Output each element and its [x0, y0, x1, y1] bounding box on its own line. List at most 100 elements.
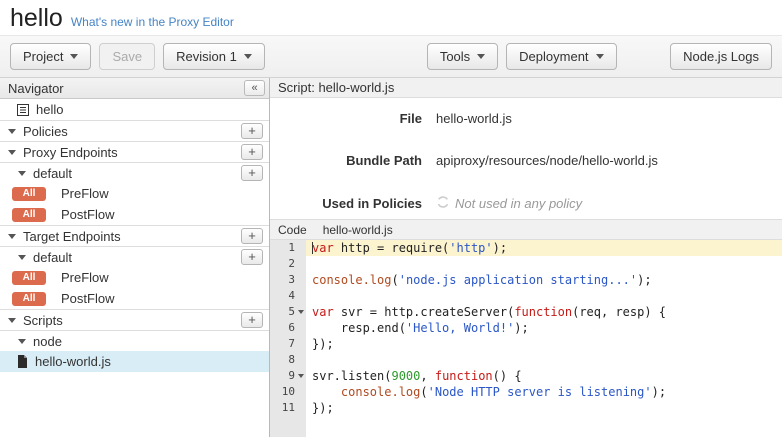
line-number: 4: [270, 288, 306, 304]
line-number: 5: [270, 304, 306, 320]
revision-menu-button[interactable]: Revision 1: [163, 43, 265, 70]
add-button[interactable]: +: [241, 165, 263, 181]
nav-row-proxy-endpoints[interactable]: Proxy Endpoints +: [0, 141, 269, 162]
line-number-text: 3: [288, 273, 295, 286]
code-panel-label: Code: [278, 223, 307, 237]
code-token: [312, 385, 341, 399]
code-token: 'node.js application starting...': [399, 273, 637, 287]
code-token: console.log: [312, 273, 391, 287]
code-file-tab[interactable]: hello-world.js: [323, 223, 393, 237]
line-number-text: 5: [288, 305, 295, 318]
script-detail-fields: Filehello-world.jsBundle Pathapiproxy/re…: [270, 98, 782, 219]
code-token: function: [514, 305, 572, 319]
nav-row-postflow[interactable]: AllPostFlow: [0, 288, 269, 309]
nav-row-postflow[interactable]: AllPostFlow: [0, 204, 269, 225]
nav-row-target-endpoints[interactable]: Target Endpoints +: [0, 225, 269, 246]
nav-row-preflow[interactable]: AllPreFlow: [0, 183, 269, 204]
field-value-text: hello-world.js: [436, 111, 512, 126]
project-menu-button[interactable]: Project: [10, 43, 91, 70]
toolbar: Project Save Revision 1 Tools Deployment…: [0, 36, 782, 78]
caret-down-icon: [8, 234, 16, 239]
script-detail-panel: Script: hello-world.js Filehello-world.j…: [270, 78, 782, 437]
code-line-9[interactable]: svr.listen(9000, function() {: [306, 368, 782, 384]
navigator-tree: helloPolicies+Proxy Endpoints+default+Al…: [0, 99, 269, 437]
field-label: File: [270, 111, 422, 126]
line-number: 6: [270, 320, 306, 336]
line-number: 2: [270, 256, 306, 272]
add-button[interactable]: +: [241, 228, 263, 244]
field-value: hello-world.js: [436, 111, 512, 126]
line-number: 11: [270, 400, 306, 416]
add-button[interactable]: +: [241, 249, 263, 265]
code-line-2[interactable]: [306, 256, 782, 272]
line-number-text: 7: [288, 337, 295, 350]
nodejs-logs-button[interactable]: Node.js Logs: [670, 43, 772, 70]
nav-row-node[interactable]: node: [0, 330, 269, 351]
caret-down-icon: [244, 54, 252, 59]
nav-row-scripts[interactable]: Scripts+: [0, 309, 269, 330]
code-line-6[interactable]: resp.end('Hello, World!');: [306, 320, 782, 336]
add-button[interactable]: +: [241, 123, 263, 139]
flow-scope-badge: All: [12, 271, 46, 285]
deployment-menu-button[interactable]: Deployment: [506, 43, 616, 70]
code-line-11[interactable]: });: [306, 400, 782, 416]
proxy-editor-window: hello What's new in the Proxy Editor Pro…: [0, 0, 782, 437]
code-token: );: [637, 273, 651, 287]
nav-row-preflow[interactable]: AllPreFlow: [0, 267, 269, 288]
code-line-8[interactable]: [306, 352, 782, 368]
code-token: var: [312, 241, 334, 255]
nav-row-default[interactable]: default+: [0, 162, 269, 183]
code-token: });: [312, 337, 334, 351]
page-header: hello What's new in the Proxy Editor: [0, 0, 782, 36]
nav-row-hello[interactable]: hello: [0, 99, 269, 120]
caret-down-icon: [18, 171, 26, 176]
file-icon: [17, 355, 28, 368]
field-value-text: apiproxy/resources/node/hello-world.js: [436, 153, 658, 168]
nav-row-default[interactable]: default+: [0, 246, 269, 267]
code-token: () {: [493, 369, 522, 383]
code-fold-icon[interactable]: [298, 374, 304, 378]
code-line-1[interactable]: var http = require('http');: [306, 240, 782, 256]
code-token: svr = http.createServer(: [334, 305, 515, 319]
code-token: resp.end(: [312, 321, 406, 335]
line-number-text: 10: [282, 385, 295, 398]
add-button[interactable]: +: [241, 312, 263, 328]
deployment-menu-label: Deployment: [519, 49, 588, 64]
code-editor[interactable]: 1234567891011 var http = require('http')…: [270, 240, 782, 437]
field-value-text: Not used in any policy: [455, 196, 582, 211]
tools-menu-button[interactable]: Tools: [427, 43, 498, 70]
code-line-4[interactable]: [306, 288, 782, 304]
code-token: });: [312, 401, 334, 415]
nav-row-label: Target Endpoints: [23, 229, 121, 244]
code-line-3[interactable]: console.log('node.js application startin…: [306, 272, 782, 288]
line-number-text: 11: [282, 401, 295, 414]
save-button-label: Save: [112, 49, 142, 64]
line-number: 9: [270, 368, 306, 384]
line-number: 7: [270, 336, 306, 352]
line-number: 1: [270, 240, 306, 256]
line-number: 3: [270, 272, 306, 288]
nav-row-hello-world-js[interactable]: hello-world.js: [0, 351, 269, 372]
code-line-10[interactable]: console.log('Node HTTP server is listeni…: [306, 384, 782, 400]
code-fold-icon[interactable]: [298, 310, 304, 314]
code-token: http = require(: [334, 241, 450, 255]
code-line-7[interactable]: });: [306, 336, 782, 352]
nav-row-label: hello-world.js: [35, 354, 111, 369]
caret-down-icon: [8, 129, 16, 134]
flow-scope-badge: All: [12, 208, 46, 222]
nav-row-label: Proxy Endpoints: [23, 145, 118, 160]
nav-row-policies[interactable]: Policies+: [0, 120, 269, 141]
line-number-text: 1: [288, 241, 295, 254]
revision-menu-label: Revision 1: [176, 49, 237, 64]
collapse-sidebar-icon[interactable]: «: [244, 80, 265, 96]
save-button[interactable]: Save: [99, 43, 155, 70]
broken-link-icon: [436, 195, 450, 212]
field-value: apiproxy/resources/node/hello-world.js: [436, 153, 658, 168]
code-line-5[interactable]: var svr = http.createServer(function(req…: [306, 304, 782, 320]
proxy-document-icon: [17, 104, 29, 116]
code-content[interactable]: var http = require('http');console.log('…: [306, 240, 782, 437]
code-token: (: [420, 385, 427, 399]
page-title: hello: [10, 2, 63, 34]
add-button[interactable]: +: [241, 144, 263, 160]
whats-new-link[interactable]: What's new in the Proxy Editor: [71, 15, 234, 29]
